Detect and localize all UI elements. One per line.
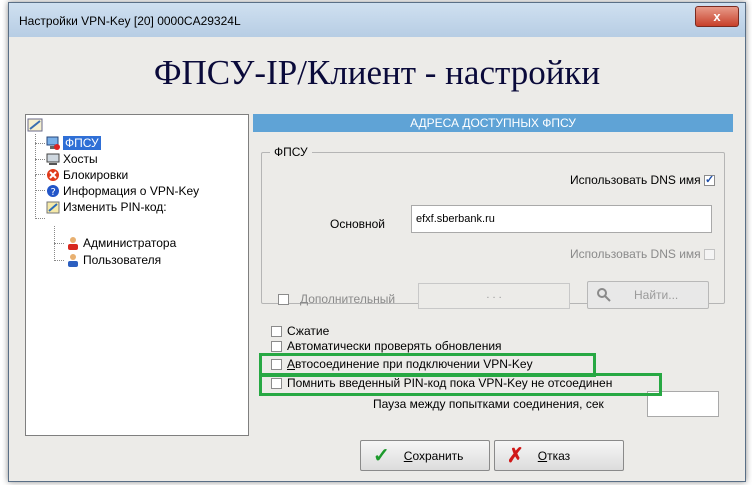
user-icon <box>66 236 80 250</box>
settings-root-icon <box>27 118 43 132</box>
section-header: АДРЕСА ДОСТУПНЫХ ФПСУ <box>253 114 733 132</box>
save-button[interactable]: ✓ Сохранить <box>360 440 490 471</box>
tree-item-label: ФПСУ <box>63 136 101 150</box>
compression-label: Сжатие <box>287 324 330 338</box>
checkmark-icon: ✓ <box>373 445 390 467</box>
tree-item-label: Хосты <box>63 152 98 166</box>
tree-item-blocks[interactable]: Блокировки <box>46 167 128 183</box>
additional-label: Дополнительный <box>300 292 396 306</box>
pause-label: Пауза между попытками соединения, сек <box>373 397 604 411</box>
edit-icon <box>46 200 60 214</box>
tree-item-info[interactable]: ? Информация о VPN-Key <box>46 183 199 199</box>
close-icon: x <box>713 9 721 24</box>
use-dns-checkbox-secondary[interactable] <box>704 249 715 260</box>
fpsu-groupbox: ФПСУ Использовать DNS имя Основной efxf.… <box>261 145 725 309</box>
group-title: ФПСУ <box>270 145 312 159</box>
tree-item-label: Изменить PIN-код: <box>63 200 167 214</box>
tree-item-label: Администратора <box>83 236 177 250</box>
close-button[interactable]: x <box>695 6 739 27</box>
cross-icon: ✗ <box>507 445 524 467</box>
computer-icon <box>46 136 60 150</box>
settings-panel: АДРЕСА ДОСТУПНЫХ ФПСУ ФПСУ Использовать … <box>253 114 733 434</box>
block-icon <box>46 168 60 182</box>
use-dns-label-secondary: Использовать DNS имя <box>570 247 701 261</box>
page-title: ФПСУ-IP/Клиент - настройки <box>153 53 601 92</box>
main-address-input[interactable]: efxf.sberbank.ru <box>411 205 712 233</box>
additional-address-input[interactable]: . . . <box>418 283 570 309</box>
cancel-button[interactable]: ✗ Отказ <box>494 440 624 471</box>
cancel-button-label: Отказ <box>537 448 571 463</box>
tree-item-label: Пользователя <box>83 253 162 267</box>
host-icon <box>46 152 60 166</box>
info-icon: ? <box>46 184 60 198</box>
tree-item-hosts[interactable]: Хосты <box>46 151 98 167</box>
tree-item-fpsu[interactable]: ФПСУ <box>46 135 101 151</box>
tree-item-change-pin[interactable]: Изменить PIN-код: <box>46 199 167 215</box>
tree-item-label: Информация о VPN-Key <box>63 184 200 198</box>
title-bar[interactable]: Настройки VPN-Key [20] 0000CA29324L x <box>9 3 745 37</box>
tree-item-label: Блокировки <box>63 168 129 182</box>
settings-tree[interactable]: ФПСУ Хосты Блокировки ? Информация о VPN… <box>25 114 249 436</box>
search-icon <box>597 288 611 302</box>
auto-update-label: Автоматически проверять обновления <box>287 339 502 353</box>
settings-window: Настройки VPN-Key [20] 0000CA29324L x ФП… <box>8 2 746 482</box>
svg-text:?: ? <box>51 187 56 198</box>
user-icon <box>66 253 80 267</box>
additional-checkbox[interactable] <box>278 294 289 305</box>
find-button-label: Найти... <box>634 288 679 302</box>
auto-update-checkbox[interactable] <box>271 341 282 352</box>
main-address-label: Основной <box>330 217 386 231</box>
find-button[interactable]: Найти... <box>587 281 709 309</box>
window-title: Настройки VPN-Key [20] 0000CA29324L <box>19 14 241 28</box>
use-dns-label: Использовать DNS имя <box>570 173 701 187</box>
compression-checkbox[interactable] <box>271 326 282 337</box>
use-dns-checkbox[interactable] <box>704 173 715 186</box>
tree-item-admin[interactable]: Администратора <box>66 235 176 251</box>
highlight-remember-pin <box>259 373 662 396</box>
tree-item-user[interactable]: Пользователя <box>66 252 161 268</box>
save-button-label: Сохранить <box>403 448 464 463</box>
